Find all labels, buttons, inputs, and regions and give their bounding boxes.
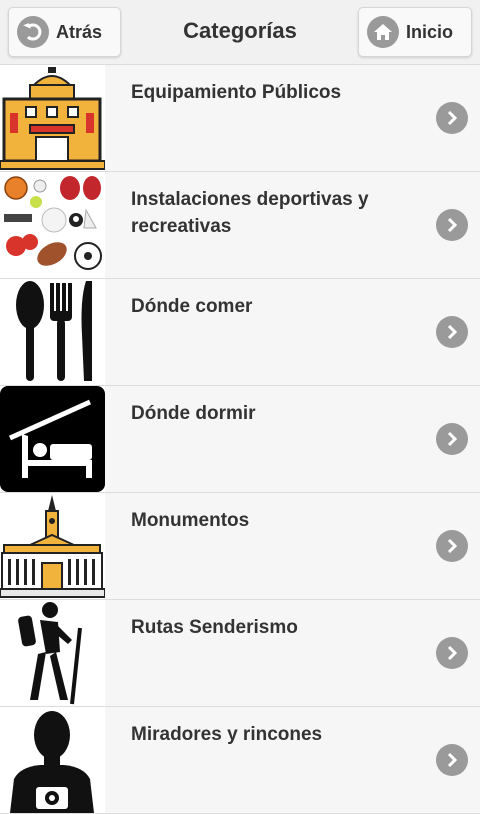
chevron-right-icon[interactable] xyxy=(436,102,468,134)
category-list: Equipamiento Públicos Instalaciones depo… xyxy=(0,65,480,814)
list-item[interactable]: Miradores y rincones xyxy=(0,707,480,814)
category-label: Equipamiento Públicos xyxy=(131,82,342,103)
list-item[interactable]: Instalaciones deportivas y recreativas xyxy=(0,172,480,279)
header-bar: Atrás Categorías Inicio xyxy=(0,0,480,65)
category-label: Rutas Senderismo xyxy=(131,617,298,638)
public-building-icon xyxy=(0,65,105,171)
sports-balls-icon xyxy=(0,172,105,278)
chevron-right-icon[interactable] xyxy=(436,316,468,348)
category-label: Monumentos xyxy=(131,510,250,531)
home-button[interactable]: Inicio xyxy=(358,7,472,57)
home-label: Inicio xyxy=(406,21,454,42)
chevron-right-icon[interactable] xyxy=(436,744,468,776)
list-item[interactable]: Dónde comer xyxy=(0,279,480,386)
category-label: Dónde comer xyxy=(131,296,253,317)
list-item[interactable]: Monumentos xyxy=(0,493,480,600)
hiker-icon xyxy=(0,600,105,706)
list-item[interactable]: Equipamiento Públicos xyxy=(0,65,480,172)
category-label: Miradores y rincones xyxy=(131,724,323,745)
list-item[interactable]: Rutas Senderismo xyxy=(0,600,480,707)
chevron-right-icon[interactable] xyxy=(436,209,468,241)
monument-icon xyxy=(0,493,105,599)
chevron-right-icon[interactable] xyxy=(436,530,468,562)
cutlery-icon xyxy=(0,279,105,385)
category-label: Instalaciones deportivas y recreativas xyxy=(131,189,369,237)
chevron-right-icon[interactable] xyxy=(436,637,468,669)
chevron-right-icon[interactable] xyxy=(436,423,468,455)
photographer-icon xyxy=(0,707,105,813)
category-label: Dónde dormir xyxy=(131,403,256,424)
list-item[interactable]: Dónde dormir xyxy=(0,386,480,493)
home-icon xyxy=(367,16,399,48)
bed-icon xyxy=(0,386,105,492)
